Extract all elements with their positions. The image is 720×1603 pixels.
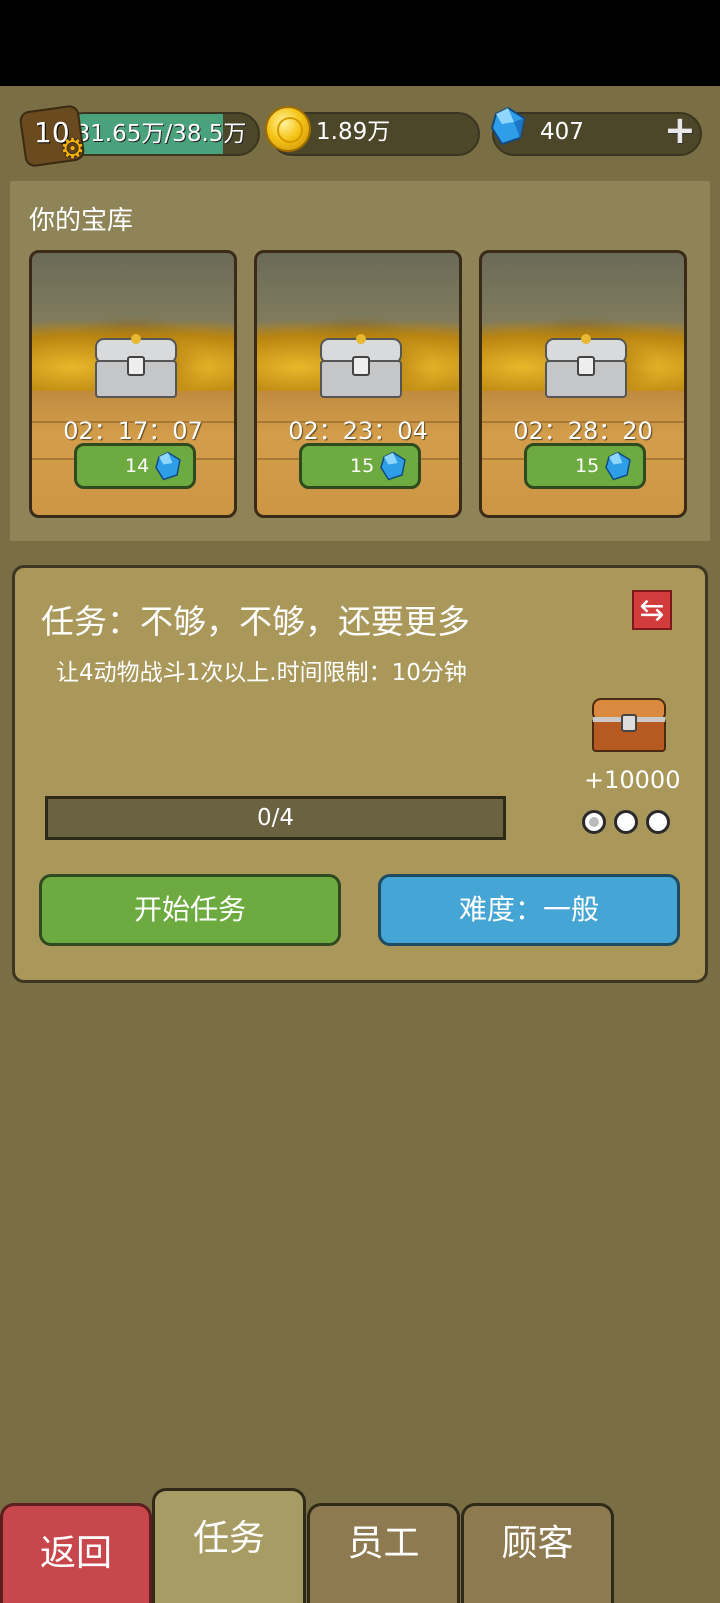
diamond-icon: [380, 451, 406, 481]
chest-timer: 02：23：04: [288, 417, 428, 445]
mission-progress-text: 0/4: [256, 805, 294, 831]
xp-text: 31.65万/38.5万: [75, 121, 247, 147]
chest-slot-2[interactable]: 02：23：04 15: [254, 250, 462, 518]
status-bar: [0, 0, 720, 86]
gear-icon[interactable]: ⚙: [60, 132, 85, 165]
gem-amount: 407: [540, 119, 584, 145]
silver-chest-icon: [95, 334, 177, 398]
mission-description: 让4动物战斗1次以上.时间限制：10分钟: [56, 660, 467, 686]
start-mission-button[interactable]: 开始任务: [39, 874, 341, 946]
coin-icon: [265, 106, 311, 152]
diamond-icon: [490, 106, 526, 146]
star-indicator-2: [614, 810, 638, 834]
chest-timer: 02：28：20: [513, 417, 653, 445]
speed-up-button[interactable]: 14: [74, 443, 196, 489]
vault-title: 你的宝库: [29, 206, 134, 236]
tab-customer[interactable]: 顾客: [461, 1503, 614, 1603]
diamond-icon: [155, 451, 181, 481]
difficulty-button[interactable]: 难度：一般: [378, 874, 680, 946]
add-gems-plus-icon[interactable]: +: [664, 110, 696, 150]
silver-chest-icon: [545, 334, 627, 398]
xp-bar: 31.65万/38.5万: [62, 112, 260, 156]
coin-amount: 1.89万: [316, 119, 391, 145]
tab-mission[interactable]: 任务: [152, 1488, 306, 1603]
swap-mission-icon[interactable]: ⇆: [632, 590, 672, 630]
chest-slot-3[interactable]: 02：28：20 15: [479, 250, 687, 518]
speed-up-cost: 15: [350, 455, 375, 477]
mission-title: 任务：不够，不够，还要更多: [41, 602, 470, 641]
reward-amount: +10000: [584, 766, 681, 794]
speed-up-button[interactable]: 15: [299, 443, 421, 489]
speed-up-cost: 15: [575, 455, 600, 477]
star-indicator-3: [646, 810, 670, 834]
speed-up-button[interactable]: 15: [524, 443, 646, 489]
diamond-icon: [605, 451, 631, 481]
wooden-chest-icon: [592, 698, 666, 752]
chest-slot-1[interactable]: 02：17：07 14: [29, 250, 237, 518]
tab-staff[interactable]: 员工: [307, 1503, 460, 1603]
chest-timer: 02：17：07: [63, 417, 203, 445]
back-button[interactable]: 返回: [0, 1503, 152, 1603]
speed-up-cost: 14: [125, 455, 150, 477]
star-indicator-1: [582, 810, 606, 834]
silver-chest-icon: [320, 334, 402, 398]
